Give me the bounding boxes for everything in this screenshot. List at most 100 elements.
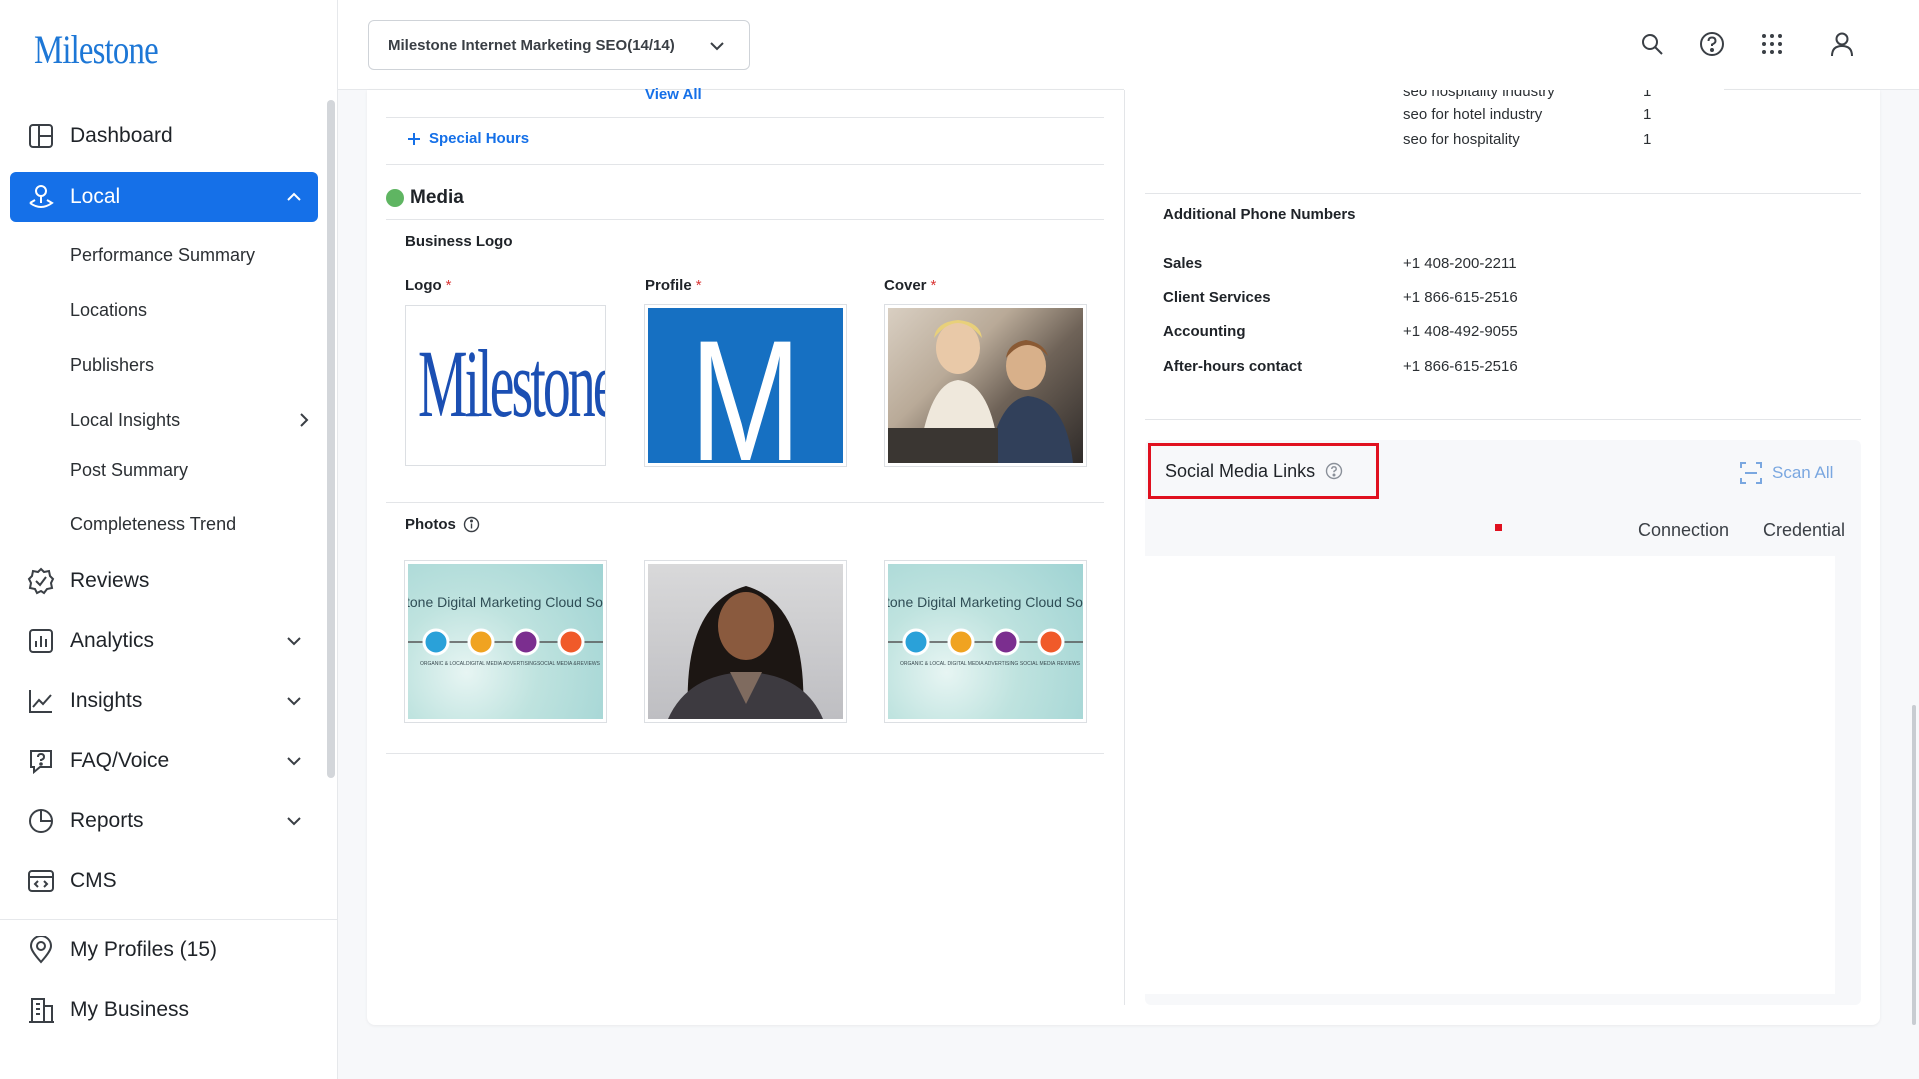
- media-section-title: Media: [386, 187, 464, 209]
- chevron-down-icon: [287, 637, 301, 646]
- chevron-right-icon: [300, 413, 309, 427]
- search-icon[interactable]: [1638, 30, 1666, 58]
- banner-label: REVIEWS: [576, 661, 600, 667]
- social-title-text: Social Media Links: [1165, 460, 1316, 481]
- help-icon[interactable]: [1325, 462, 1343, 480]
- chevron-down-icon: [287, 757, 301, 766]
- banner-label: SOCIAL MEDIA &: [536, 661, 577, 667]
- divider: [386, 502, 1104, 503]
- chevron-down-icon: [287, 817, 301, 826]
- social-media-table-body: [1145, 556, 1835, 994]
- special-hours-link[interactable]: Special Hours: [407, 130, 529, 147]
- required-mark: *: [445, 277, 452, 294]
- account-select-value: Milestone Internet Marketing SEO(14/14): [388, 36, 675, 54]
- photo-banner-text: tone Digital Marketing Cloud Sol: [886, 594, 1086, 610]
- social-media-links-title: Social Media Links: [1148, 443, 1379, 499]
- required-mark: *: [930, 277, 937, 294]
- photo-3[interactable]: tone Digital Marketing Cloud Sol ORGANIC…: [884, 560, 1087, 723]
- dashboard-icon: [26, 121, 56, 151]
- required-mark: *: [695, 277, 702, 294]
- subnav-post-summary[interactable]: Post Summary: [70, 457, 318, 483]
- photos-label: Photos: [405, 516, 480, 533]
- photo-banner-labels: ORGANIC & LOCAL DIGITAL MEDIA ADVERTISIN…: [420, 661, 600, 667]
- header-overlap: [1124, 83, 1724, 90]
- profile-image-text: M: [689, 305, 802, 466]
- divider: [386, 219, 1104, 220]
- cms-icon: [26, 866, 56, 896]
- subnav-local-insights[interactable]: Local Insights: [70, 407, 318, 433]
- faq-icon: [26, 746, 56, 776]
- phone-value: +1 866-615-2516: [1403, 289, 1518, 306]
- photo-banner-text: tone Digital Marketing Cloud Sol: [406, 594, 606, 610]
- sidebar-item-analytics[interactable]: Analytics: [10, 616, 318, 666]
- milestone-logo[interactable]: Milestone: [34, 26, 159, 73]
- photo-1[interactable]: tone Digital Marketing Cloud Sol ORGANIC…: [404, 560, 607, 723]
- sidebar-item-label: Local: [70, 185, 121, 208]
- chevron-down-icon: [710, 42, 724, 51]
- business-building-icon: [26, 995, 56, 1025]
- banner-label: REVIEWS: [1056, 661, 1080, 667]
- sidebar-item-label: Dashboard: [70, 124, 173, 147]
- photos-label-text: Photos: [405, 516, 456, 533]
- sidebar-item-label: Analytics: [70, 629, 155, 652]
- column-header-credential: Credential: [1763, 520, 1846, 540]
- scan-all-label: Scan All: [1772, 463, 1834, 482]
- sidebar-item-insights[interactable]: Insights: [10, 676, 318, 726]
- logo-label-text: Logo: [405, 277, 442, 294]
- subnav-completeness-trend[interactable]: Completeness Trend: [70, 511, 318, 537]
- phone-value: +1 866-615-2516: [1403, 358, 1518, 375]
- status-complete-dot: [386, 189, 404, 207]
- subnav-performance-summary[interactable]: Performance Summary: [70, 242, 318, 268]
- chevron-up-icon: [287, 192, 301, 201]
- photo-banner-labels: ORGANIC & LOCAL DIGITAL MEDIA ADVERTISIN…: [900, 661, 1080, 667]
- divider: [1145, 419, 1861, 420]
- logo-image[interactable]: Milestone: [405, 305, 606, 466]
- logo-image-text: Milestone: [418, 330, 606, 437]
- subnav-publishers[interactable]: Publishers: [70, 352, 318, 378]
- sidebar-scrollbar[interactable]: [327, 100, 335, 778]
- column-header-connection: Connection: [1638, 520, 1730, 540]
- sidebar-item-label: Insights: [70, 689, 143, 712]
- photo-2-portrait[interactable]: [644, 560, 847, 723]
- help-icon[interactable]: [1698, 30, 1726, 58]
- special-hours-label: Special Hours: [429, 130, 530, 147]
- business-logo-label: Business Logo: [405, 233, 513, 250]
- sidebar-item-my-business[interactable]: My Business: [10, 985, 318, 1035]
- page-scrollbar[interactable]: [1912, 705, 1916, 1025]
- sidebar: Milestone Dashboard Local Performance Su…: [0, 0, 338, 1079]
- plus-icon: [408, 132, 420, 145]
- sidebar-item-reports[interactable]: Reports: [10, 796, 318, 846]
- banner-label: DIGITAL MEDIA ADVERTISING: [466, 661, 537, 667]
- info-icon[interactable]: [463, 516, 480, 533]
- sidebar-item-local[interactable]: Local: [10, 172, 318, 222]
- keyword-term: seo for hotel industry: [1403, 106, 1543, 123]
- scan-all-button[interactable]: Scan All: [1740, 462, 1833, 484]
- phone-label: Accounting: [1163, 323, 1246, 340]
- view-all-link[interactable]: View All: [645, 86, 702, 103]
- reports-pie-icon: [26, 806, 56, 836]
- analytics-bar-icon: [26, 626, 56, 656]
- sidebar-divider: [0, 919, 338, 920]
- sidebar-item-reviews[interactable]: Reviews: [10, 556, 318, 606]
- chevron-down-icon: [287, 697, 301, 706]
- phone-label: After-hours contact: [1163, 358, 1303, 375]
- profile-pin-icon: [26, 935, 56, 965]
- reviews-check-icon: [26, 566, 56, 596]
- sidebar-item-cms[interactable]: CMS: [10, 856, 318, 906]
- subnav-locations[interactable]: Locations: [70, 297, 318, 323]
- divider: [386, 117, 1104, 118]
- profile-label-text: Profile: [645, 277, 692, 294]
- sidebar-item-label: Reports: [70, 809, 144, 832]
- phone-label: Client Services: [1163, 289, 1271, 306]
- profile-image[interactable]: M: [644, 304, 847, 467]
- keyword-count: 1: [1643, 131, 1652, 148]
- keyword-term: seo for hospitality: [1403, 131, 1520, 148]
- sidebar-item-my-profiles[interactable]: My Profiles (15): [10, 925, 318, 975]
- sidebar-item-dashboard[interactable]: Dashboard: [10, 111, 318, 161]
- cover-image[interactable]: [884, 304, 1087, 467]
- account-select[interactable]: Milestone Internet Marketing SEO(14/14): [368, 20, 750, 70]
- user-icon[interactable]: [1828, 30, 1856, 58]
- sidebar-item-faq-voice[interactable]: FAQ/Voice: [10, 736, 318, 786]
- sidebar-item-label: FAQ/Voice: [70, 749, 170, 772]
- apps-grid-icon[interactable]: [1758, 30, 1786, 58]
